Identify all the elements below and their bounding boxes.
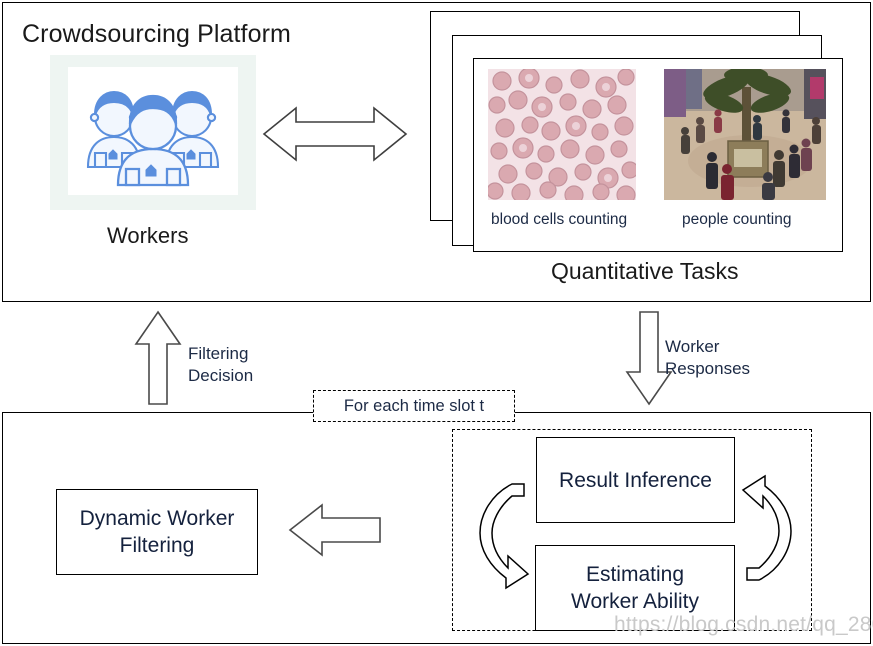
time-slot-note: For each time slot t	[313, 390, 515, 422]
filtering-decision-label: Filtering Decision	[188, 343, 253, 387]
filtering-decision-line1: Filtering	[188, 344, 249, 363]
blood-cells-microscopy-thumbnail	[488, 69, 636, 200]
shopping-mall-crowd-thumbnail	[664, 69, 826, 200]
worker-responses-line2: Responses	[665, 359, 751, 378]
worker-responses-line1: Worker	[665, 337, 720, 356]
dynamic-worker-filtering-line1: Dynamic Worker	[79, 507, 235, 530]
curved-arrow-up-icon	[735, 468, 793, 599]
watermark: https://blog.csdn.net/qq_28032693	[614, 613, 873, 636]
estimating-worker-ability-line1: Estimating	[585, 563, 685, 586]
result-inference-label: Result Inference	[559, 468, 712, 492]
estimating-worker-ability-line2: Worker Ability	[571, 590, 699, 613]
workers-image-inner	[68, 67, 238, 195]
task-card-front: blood cells counting people counting	[473, 58, 843, 252]
filtering-decision-line2: Decision	[188, 366, 254, 385]
task-caption-people: people counting	[682, 211, 792, 228]
up-arrow-icon	[134, 310, 182, 411]
curved-arrow-down-icon	[478, 470, 536, 601]
task-caption-blood-cells: blood cells counting	[491, 211, 628, 228]
bidirectional-arrow-icon	[262, 103, 408, 170]
workers-caption: Workers	[107, 223, 189, 248]
dynamic-worker-filtering-label: Dynamic Worker Filtering	[80, 505, 235, 559]
diagram-canvas: Crowdsourcing Platform Workers blood cel…	[0, 0, 873, 646]
left-arrow-icon	[288, 503, 382, 562]
time-slot-note-label: For each time slot t	[343, 396, 485, 415]
three-people-group-icon	[86, 90, 220, 187]
dynamic-worker-filtering-line2: Filtering	[119, 534, 195, 557]
estimating-worker-ability-label: Estimating Worker Ability	[571, 561, 699, 615]
workers-image	[50, 55, 256, 210]
dynamic-worker-filtering-box: Dynamic Worker Filtering	[56, 489, 258, 575]
page-title: Crowdsourcing Platform	[22, 20, 291, 48]
result-inference-box: Result Inference	[536, 437, 735, 523]
quantitative-tasks-caption: Quantitative Tasks	[551, 258, 739, 284]
worker-responses-label: Worker Responses	[665, 336, 750, 380]
